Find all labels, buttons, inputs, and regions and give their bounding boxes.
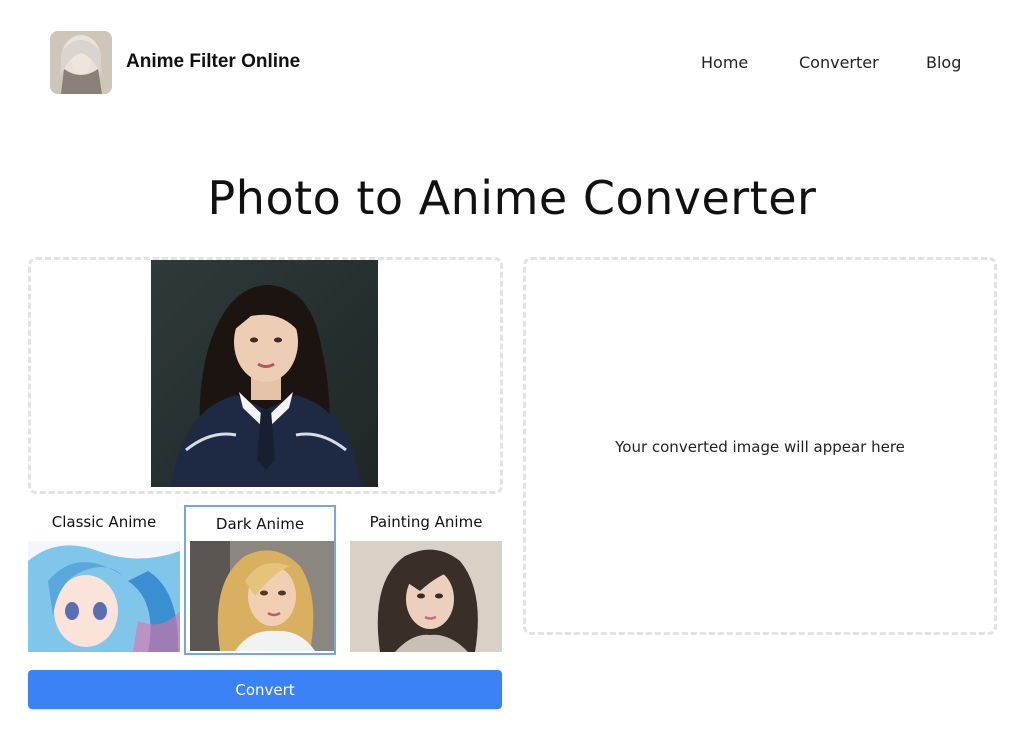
style-option-painting[interactable]: Painting Anime [350,505,502,655]
result-placeholder-text: Your converted image will appear here [615,438,905,456]
site-brand[interactable]: Anime Filter Online [126,51,300,73]
style-label-painting: Painting Anime [369,513,483,531]
page: Anime Filter Online Home Converter Blog … [0,0,1024,732]
page-title: Photo to Anime Converter [207,170,817,225]
convert-button[interactable]: Convert [28,670,502,709]
result-panel: Your converted image will appear here [523,257,997,635]
nav-home[interactable]: Home [701,53,748,72]
logo-avatar[interactable] [50,31,112,94]
uploaded-photo [151,260,378,487]
classic-anime-thumbnail [28,541,180,652]
style-option-dark[interactable]: Dark Anime [184,505,336,655]
painting-anime-thumbnail [350,541,502,652]
dark-anime-thumbnail [190,541,334,651]
nav-blog[interactable]: Blog [926,53,961,72]
style-label-classic: Classic Anime [51,513,157,531]
nav-converter[interactable]: Converter [799,53,879,72]
style-option-classic[interactable]: Classic Anime [28,505,180,655]
style-label-dark: Dark Anime [215,515,305,533]
